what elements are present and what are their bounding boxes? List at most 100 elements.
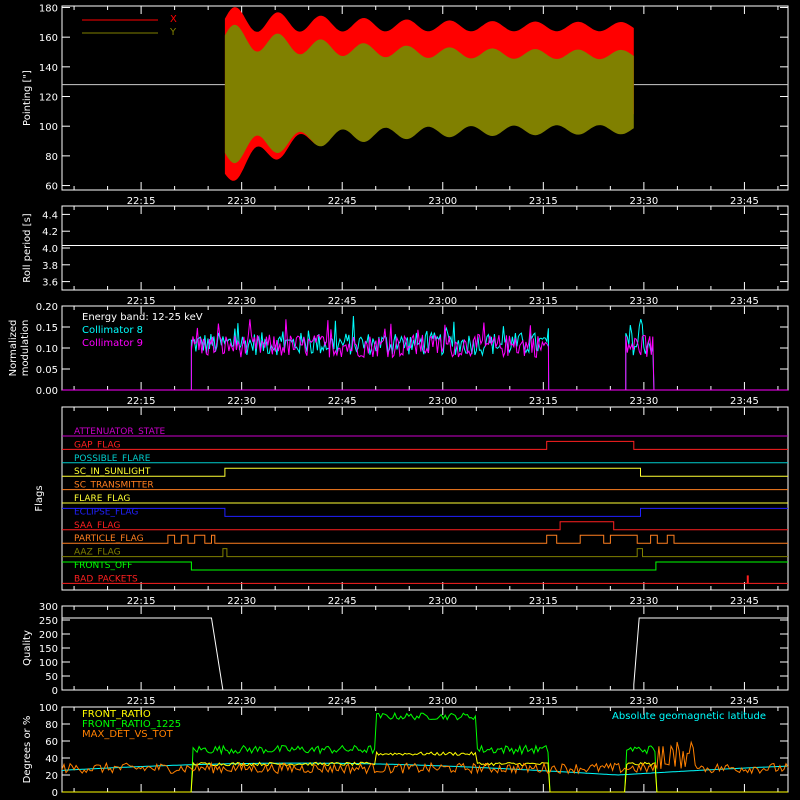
energy-band-label: Energy band: 12-25 keV <box>82 312 203 323</box>
x-tick-label: 23:30 <box>629 296 658 307</box>
x-tick-label: 22:30 <box>227 596 256 607</box>
x-tick-label: 22:15 <box>127 296 156 307</box>
y-tick-label: 50 <box>45 672 58 683</box>
x-tick-label: 23:15 <box>529 196 558 207</box>
flag-label-eclipse-flag: ECLIPSE_FLAG <box>74 507 138 517</box>
y-tick-label: 0.15 <box>36 323 58 334</box>
y-tick-label: 200 <box>39 630 58 641</box>
y-axis-label: Flags <box>34 485 45 511</box>
x-tick-label: 23:00 <box>428 696 457 707</box>
flag-line-eclipse-flag <box>62 507 788 517</box>
y-tick-label: 0 <box>52 686 58 697</box>
x-tick-label: 23:45 <box>730 696 759 707</box>
modulation-series-9 <box>190 319 655 391</box>
flag-line-gap-flag <box>62 440 788 450</box>
flag-label-flare-flag: FLARE_FLAG <box>74 494 130 504</box>
y-axis-label: modulation <box>20 320 31 377</box>
x-tick-label: 23:45 <box>730 396 759 407</box>
x-tick-label: 22:15 <box>127 396 156 407</box>
y-tick-label: 0 <box>52 788 58 799</box>
y-tick-label: 0.00 <box>36 386 58 397</box>
x-tick-label: 22:15 <box>127 596 156 607</box>
y-tick-label: 3.8 <box>42 261 58 272</box>
y-tick-label: 180 <box>39 3 58 14</box>
x-tick-label: 22:30 <box>227 196 256 207</box>
y-tick-label: 250 <box>39 616 58 627</box>
y-tick-label: 120 <box>39 93 58 104</box>
flag-label-sc-transmitter: SC_TRANSMITTER <box>74 481 154 491</box>
y-axis-label: Roll period [s] <box>22 213 33 282</box>
x-tick-label: 22:45 <box>328 696 357 707</box>
flag-label-gap-flag: GAP_FLAG <box>74 440 120 450</box>
flag-line-fronts-off <box>62 561 788 571</box>
x-tick-label: 23:15 <box>529 696 558 707</box>
legend-label-y: Y <box>169 27 177 38</box>
y-tick-label: 100 <box>39 122 58 133</box>
flag-label-attenuator-state: ATTENUATOR_STATE <box>74 427 166 437</box>
quality-line <box>62 617 788 691</box>
x-tick-label: 23:00 <box>428 296 457 307</box>
legend-label-collimator-9: Collimator 9 <box>82 338 143 349</box>
y-axis-label: Pointing ["] <box>22 70 33 126</box>
y-tick-label: 80 <box>45 720 58 731</box>
flags-panel <box>61 406 789 591</box>
x-tick-label: 22:30 <box>227 296 256 307</box>
x-tick-label: 22:15 <box>127 696 156 707</box>
x-tick-label: 23:15 <box>529 596 558 607</box>
y-tick-label: 4.2 <box>42 227 58 238</box>
x-tick-label: 23:30 <box>629 396 658 407</box>
x-tick-label: 23:45 <box>730 596 759 607</box>
flag-line-aaz-flag <box>62 548 788 558</box>
series-front-ratio <box>62 750 788 793</box>
roll-period-panel <box>61 205 789 291</box>
flag-line-particle-flag <box>62 534 788 544</box>
x-tick-label: 23:00 <box>428 396 457 407</box>
y-tick-label: 4.0 <box>42 244 58 255</box>
y-tick-label: 160 <box>39 33 58 44</box>
legend-label-max-det-vs-tot: MAX_DET_VS_TOT <box>82 729 174 740</box>
x-tick-label: 23:00 <box>428 596 457 607</box>
y-tick-label: 140 <box>39 63 58 74</box>
y-tick-label: 0.10 <box>36 344 58 355</box>
flag-label-sc-in-sunlight: SC_IN_SUNLIGHT <box>74 467 151 477</box>
y-tick-label: 4.4 <box>42 210 58 221</box>
x-tick-label: 23:15 <box>529 296 558 307</box>
flag-label-fronts-off: FRONTS_OFF <box>74 561 132 571</box>
y-tick-label: 0.20 <box>36 302 58 313</box>
x-tick-label: 22:30 <box>227 696 256 707</box>
x-tick-label: 23:00 <box>428 196 457 207</box>
x-tick-label: 22:45 <box>328 596 357 607</box>
x-tick-label: 22:45 <box>328 396 357 407</box>
legend-label-x: X <box>170 14 177 25</box>
flag-line-saa-flag <box>62 521 788 531</box>
x-tick-label: 23:45 <box>730 196 759 207</box>
y-tick-label: 80 <box>45 152 58 163</box>
x-tick-label: 23:30 <box>629 696 658 707</box>
x-tick-label: 22:45 <box>328 196 357 207</box>
flag-label-aaz-flag: AAZ_FLAG <box>74 548 121 558</box>
flag-line-sc-in-sunlight <box>62 467 788 477</box>
x-tick-label: 23:30 <box>629 596 658 607</box>
y-tick-label: 0.05 <box>36 365 58 376</box>
y-tick-label: 60 <box>45 737 58 748</box>
y-tick-label: 40 <box>45 754 58 765</box>
x-tick-label: 23:15 <box>529 396 558 407</box>
series-max-det-vs-tot <box>61 740 789 775</box>
x-tick-label: 23:45 <box>730 296 759 307</box>
y-tick-label: 20 <box>45 771 58 782</box>
y-tick-label: 60 <box>45 182 58 193</box>
quality-panel <box>61 605 789 691</box>
y-tick-label: 100 <box>39 703 58 714</box>
modulation-series-8 <box>190 315 655 391</box>
y-tick-label: 100 <box>39 658 58 669</box>
flag-label-possible-flare: POSSIBLE_FLARE <box>74 454 151 464</box>
flag-label-bad-packets: BAD_PACKETS <box>74 574 138 584</box>
y-tick-label: 150 <box>39 644 58 655</box>
y-axis-label: Quality <box>22 630 33 666</box>
flag-label-saa-flag: SAA_FLAG <box>74 521 120 531</box>
x-tick-label: 22:15 <box>127 196 156 207</box>
x-tick-label: 22:45 <box>328 296 357 307</box>
chart-canvas: 60 80 100 120 140 160 180 22:15 22:30 22:45 23:00 2… <box>8 3 789 799</box>
flag-label-particle-flag: PARTICLE_FLAG <box>74 534 144 544</box>
x-tick-label: 22:30 <box>227 396 256 407</box>
